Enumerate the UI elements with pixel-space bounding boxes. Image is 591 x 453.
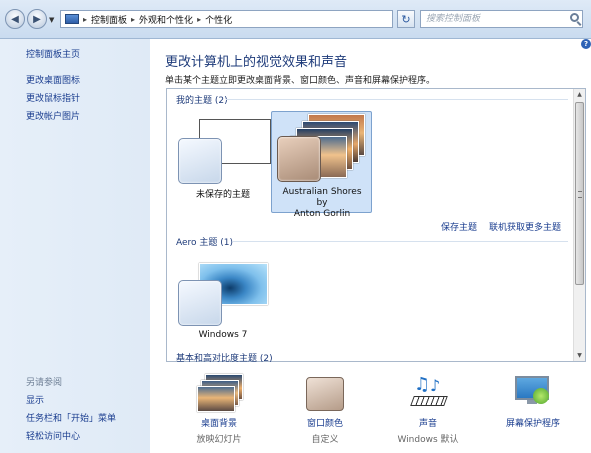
theme-label-line: Australian Shores by: [282, 187, 362, 208]
breadcrumb-separator-icon[interactable]: ▸: [83, 15, 87, 24]
get-more-themes-link[interactable]: 联机获取更多主题: [489, 220, 561, 233]
search-placeholder: 搜索控制面板: [426, 14, 481, 24]
breadcrumb-separator-icon[interactable]: ▸: [197, 15, 201, 24]
desktop-background-link[interactable]: 桌面背景: [179, 416, 259, 429]
left-task-pane: 控制面板主页 更改桌面图标 更改鼠标指针 更改帐户图片 另请参阅 显示 任务栏和…: [0, 39, 150, 453]
link-ease-of-access[interactable]: 轻松访问中心: [26, 429, 80, 442]
window-color-icon[interactable]: [306, 377, 344, 411]
link-control-panel-home[interactable]: 控制面板主页: [26, 47, 80, 60]
breadcrumb-separator-icon[interactable]: ▸: [131, 15, 135, 24]
theme-label-australian-shores[interactable]: Australian Shores by Anton Gorlin: [276, 187, 368, 220]
group-header-aero-themes[interactable]: Aero 主题 (1): [176, 235, 233, 248]
control-panel-icon: [65, 14, 79, 24]
sounds-link[interactable]: 声音: [388, 416, 468, 429]
unsaved-theme-glass[interactable]: [178, 138, 222, 184]
forward-arrow-icon: ▶: [33, 13, 41, 25]
scroll-up-icon[interactable]: ▲: [574, 89, 585, 100]
refresh-button[interactable]: ↻: [397, 10, 415, 28]
link-taskbar-start-menu[interactable]: 任务栏和「开始」菜单: [26, 411, 116, 424]
link-change-account-picture[interactable]: 更改帐户图片: [26, 109, 80, 122]
screen-saver-link[interactable]: 屏幕保护程序: [493, 416, 573, 429]
link-display[interactable]: 显示: [26, 393, 44, 406]
window-color-status: 自定义: [311, 435, 339, 445]
back-button[interactable]: ◀: [5, 9, 25, 29]
breadcrumb-personalization[interactable]: 个性化: [205, 13, 232, 26]
help-icon[interactable]: ?: [581, 39, 591, 49]
page-title: 更改计算机上的视觉效果和声音: [165, 55, 348, 70]
back-arrow-icon: ◀: [11, 13, 19, 25]
desktop-background-status: 放映幻灯片: [196, 435, 242, 445]
link-change-desktop-icons[interactable]: 更改桌面图标: [26, 73, 80, 86]
sounds-status: Windows 默认: [397, 435, 459, 445]
theme-label-line: Anton Gorlin: [293, 209, 351, 219]
screen-saver-icon[interactable]: [513, 374, 553, 410]
group-divider: [226, 99, 568, 100]
group-divider: [232, 241, 568, 242]
windows7-glass[interactable]: [178, 280, 222, 326]
theme-label-unsaved[interactable]: 未保存的主题: [183, 187, 263, 200]
page-subtitle: 单击某个主题立即更改桌面背景、窗口颜色、声音和屏幕保护程序。: [165, 76, 436, 86]
address-toolbar: ◀ ▶ ▼ ▸ 控制面板 ▸ 外观和个性化 ▸ 个性化 ▼ ↻ 搜索控制面板: [0, 0, 591, 39]
scroll-down-icon[interactable]: ▼: [574, 350, 585, 361]
breadcrumb-appearance[interactable]: 外观和个性化: [139, 13, 193, 26]
sounds-icon[interactable]: ♫ ♪: [410, 374, 450, 410]
grip-icon: [578, 191, 582, 198]
desktop-background-icon[interactable]: [197, 374, 245, 412]
breadcrumb-control-panel[interactable]: 控制面板: [91, 13, 127, 26]
address-bar[interactable]: ▸ 控制面板 ▸ 外观和个性化 ▸ 个性化 ▼: [60, 10, 446, 28]
recent-pages-dropdown-icon[interactable]: ▼: [49, 16, 54, 24]
search-input[interactable]: 搜索控制面板: [420, 10, 583, 28]
link-change-mouse-pointers[interactable]: 更改鼠标指针: [26, 91, 80, 104]
forward-button[interactable]: ▶: [27, 9, 47, 29]
search-icon[interactable]: [570, 13, 579, 22]
save-theme-link[interactable]: 保存主题: [441, 220, 477, 233]
refresh-icon: ↻: [401, 12, 411, 26]
australian-shores-glass[interactable]: [277, 136, 321, 182]
theme-list-scrollbar[interactable]: ▲ ▼: [573, 89, 585, 361]
window-color-link[interactable]: 窗口颜色: [285, 416, 365, 429]
theme-label-windows7[interactable]: Windows 7: [183, 330, 263, 340]
scroll-thumb[interactable]: [575, 102, 584, 285]
group-header-high-contrast[interactable]: 基本和高对比度主题 (2): [176, 351, 273, 364]
group-header-my-themes[interactable]: 我的主题 (2): [176, 93, 228, 106]
see-also-heading: 另请参阅: [26, 378, 63, 388]
